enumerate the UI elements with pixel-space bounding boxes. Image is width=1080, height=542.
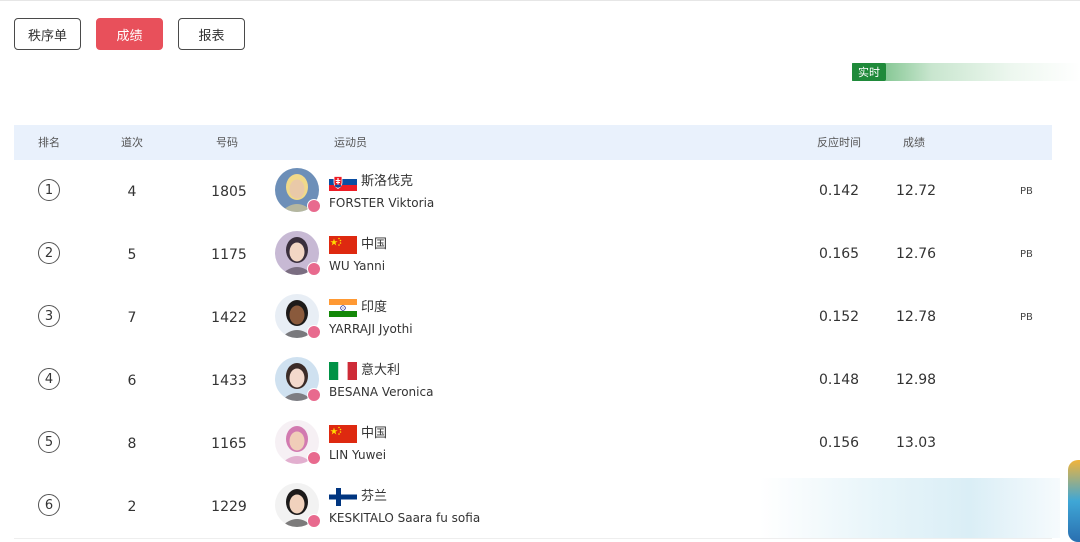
bib-cell: 1175 (211, 246, 247, 263)
rank-badge: 4 (38, 368, 60, 390)
athlete-name[interactable]: WU Yanni (329, 258, 385, 274)
rank-badge: 3 (38, 305, 60, 327)
record-note: PB (1020, 186, 1033, 197)
athlete-country: 中国 (361, 237, 388, 252)
bib-cell: 1422 (211, 309, 247, 326)
header-result: 成绩 (903, 136, 925, 149)
result-cell: 12.72 (896, 183, 937, 199)
result-cell: 12.78 (896, 309, 937, 325)
decorative-edge (1068, 460, 1080, 542)
header-lane: 道次 (121, 136, 143, 149)
bib-cell: 1229 (211, 498, 247, 515)
tab-start-list[interactable]: 秩序单 (14, 18, 81, 50)
reaction-time-cell: 0.148 (819, 372, 860, 388)
verified-badge-icon (307, 451, 321, 465)
reaction-time-cell: 0.142 (819, 183, 860, 199)
athlete-country: 中国 (361, 426, 388, 441)
reaction-time-cell: 0.152 (819, 309, 860, 325)
header-rank: 排名 (38, 136, 60, 149)
lane-cell: 8 (127, 435, 137, 452)
china-flag-icon (329, 236, 357, 254)
record-note: PB (1020, 312, 1033, 323)
result-cell: 12.98 (896, 372, 937, 388)
result-cell: 13.03 (896, 435, 937, 451)
table-row[interactable]: 2 5 1175 中国 WU Yanni 0.165 12.76 PB (14, 223, 1052, 287)
italy-flag-icon (329, 362, 357, 380)
tab-results[interactable]: 成绩 (96, 18, 163, 50)
live-indicator-bar (852, 63, 1080, 81)
table-row[interactable]: 1 4 1805 斯洛伐克 FORSTER Viktoria 0.142 12.72 PB (14, 160, 1052, 224)
rank-badge: 2 (38, 242, 60, 264)
rank-badge: 5 (38, 431, 60, 453)
athlete-country: 芬兰 (361, 489, 388, 504)
tab-report[interactable]: 报表 (178, 18, 245, 50)
lane-cell: 7 (127, 309, 137, 326)
verified-badge-icon (307, 262, 321, 276)
bib-cell: 1165 (211, 435, 247, 452)
result-cell: 12.76 (896, 246, 937, 262)
finland-flag-icon (329, 488, 357, 506)
overlay-fade (760, 478, 1060, 538)
header-reaction-time: 反应时间 (817, 136, 861, 149)
athlete-name[interactable]: BESANA Veronica (329, 384, 433, 400)
reaction-time-cell: 0.156 (819, 435, 860, 451)
lane-cell: 5 (127, 246, 137, 263)
slovakia-flag-icon (329, 173, 357, 191)
table-row[interactable]: 4 6 1433 意大利 BESANA Veronica 0.148 12.98 (14, 349, 1052, 413)
india-flag-icon (329, 299, 357, 317)
verified-badge-icon (307, 325, 321, 339)
table-row[interactable]: 5 8 1165 中国 LIN Yuwei 0.156 13.03 (14, 412, 1052, 476)
verified-badge-icon (307, 199, 321, 213)
verified-badge-icon (307, 514, 321, 528)
table-header: 排名 道次 号码 运动员 反应时间 成绩 (14, 125, 1052, 160)
athlete-name[interactable]: LIN Yuwei (329, 447, 386, 463)
china-flag-icon (329, 425, 357, 443)
header-bib: 号码 (216, 136, 238, 149)
athlete-country: 印度 (361, 300, 388, 315)
header-athlete: 运动员 (334, 136, 367, 149)
lane-cell: 6 (127, 372, 137, 389)
table-row[interactable]: 3 7 1422 印度 YARRAJI Jyothi 0.152 12.78 PB (14, 286, 1052, 350)
lane-cell: 2 (127, 498, 137, 515)
record-note: PB (1020, 249, 1033, 260)
athlete-country: 斯洛伐克 (361, 174, 414, 189)
bib-cell: 1433 (211, 372, 247, 389)
rank-badge: 1 (38, 179, 60, 201)
bib-cell: 1805 (211, 183, 247, 200)
athlete-name[interactable]: FORSTER Viktoria (329, 195, 434, 211)
lane-cell: 4 (127, 183, 137, 200)
athlete-name[interactable]: YARRAJI Jyothi (329, 321, 413, 337)
athlete-country: 意大利 (361, 363, 401, 378)
reaction-time-cell: 0.165 (819, 246, 860, 262)
athlete-name[interactable]: KESKITALO Saara fu sofia (329, 510, 480, 526)
live-badge: 实时 (852, 63, 886, 81)
verified-badge-icon (307, 388, 321, 402)
top-divider (0, 0, 1080, 1)
rank-badge: 6 (38, 494, 60, 516)
